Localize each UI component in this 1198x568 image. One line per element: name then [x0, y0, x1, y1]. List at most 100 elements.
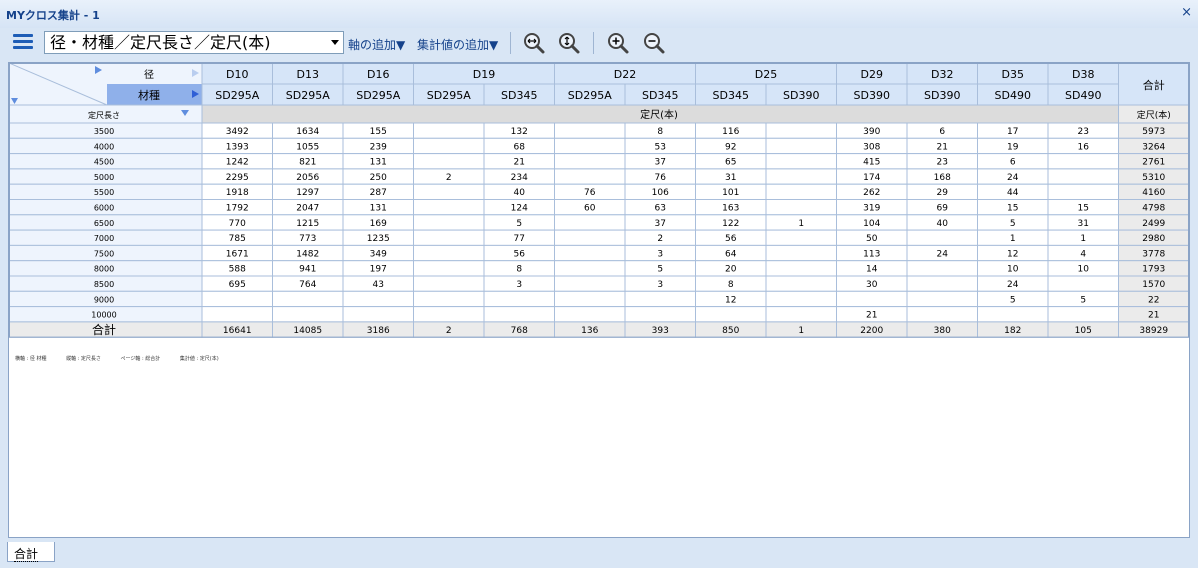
data-cell [554, 214, 626, 231]
data-cell [765, 199, 837, 216]
zoom-in-icon[interactable] [606, 31, 630, 55]
data-cell-value: 941 [299, 265, 316, 275]
material-header-label: SD345 [501, 89, 537, 102]
data-cell [765, 168, 837, 185]
data-cell-value: 1671 [226, 249, 249, 259]
data-cell [201, 306, 273, 323]
row-header-label: 3500 [94, 127, 114, 136]
data-cell-value: 1 [1010, 234, 1016, 244]
data-cell [765, 183, 837, 200]
data-cell-value: 250 [370, 173, 387, 183]
data-cell-value: 287 [370, 188, 387, 198]
data-cell [906, 260, 978, 277]
row-total-value: 3264 [1142, 142, 1165, 152]
data-cell-value: 6 [1010, 158, 1016, 168]
data-cell [342, 306, 414, 323]
data-cell-value: 6 [939, 127, 945, 137]
footnote: 横軸 : 径 材種 縦軸 : 定尺長さ ページ軸 : 総合計 集計値 : 定尺(… [15, 355, 237, 362]
data-cell-value: 56 [514, 249, 526, 259]
data-cell-value: 30 [866, 280, 878, 290]
data-cell-value: 169 [370, 219, 387, 229]
row-total-value: 5973 [1142, 127, 1165, 137]
data-cell-value: 43 [373, 280, 384, 290]
data-cell [1047, 153, 1119, 170]
data-cell [765, 153, 837, 170]
data-cell [413, 290, 485, 308]
data-cell-value: 53 [655, 142, 666, 152]
diameter-header-label: D38 [1072, 68, 1094, 81]
row-total-value: 21 [1148, 311, 1159, 321]
data-cell [413, 183, 485, 200]
data-cell-value: 2 [657, 234, 663, 244]
row-header-label: 10000 [91, 311, 116, 320]
diameter-header-label: D16 [367, 68, 389, 81]
data-cell [272, 306, 344, 323]
data-cell-value: 31 [1078, 219, 1089, 229]
data-cell-value: 15 [1007, 204, 1018, 214]
menu-icon[interactable] [13, 34, 33, 50]
fit-width-icon[interactable] [522, 31, 546, 55]
data-cell-value: 785 [229, 234, 246, 244]
data-cell [765, 275, 837, 292]
data-cell [342, 290, 414, 308]
data-cell [765, 260, 837, 277]
data-cell-value: 76 [655, 173, 667, 183]
add-value-button[interactable]: 集計値の追加▼ [417, 36, 498, 53]
data-cell-value: 50 [866, 234, 878, 244]
data-cell [1047, 168, 1119, 185]
data-cell [1047, 275, 1119, 292]
data-cell [765, 290, 837, 308]
data-cell-value: 23 [937, 158, 948, 168]
data-cell [413, 137, 485, 155]
data-cell [413, 199, 485, 216]
material-header-label: SD490 [1065, 89, 1101, 102]
row-header-label: 6000 [94, 204, 114, 213]
sheet-tab-label: 合計 [14, 547, 39, 562]
data-cell-value: 68 [514, 142, 526, 152]
data-cell-value: 349 [370, 249, 387, 259]
data-cell-value: 174 [863, 173, 880, 183]
sheet-tab-total[interactable]: 合計 [7, 542, 55, 562]
data-cell-value: 1215 [296, 219, 319, 229]
data-cell-value: 10 [1007, 265, 1019, 275]
data-cell-value: 101 [722, 188, 739, 198]
row-total-value: 4160 [1142, 188, 1165, 198]
data-cell [906, 306, 978, 323]
diameter-header-label: D13 [297, 68, 319, 81]
data-cell-value: 63 [655, 204, 666, 214]
diameter-header-label: D10 [226, 68, 248, 81]
data-cell-value: 24 [1007, 280, 1019, 290]
material-header-label: SD390 [854, 89, 890, 102]
data-cell-value: 132 [511, 127, 528, 137]
row-total-value: 4798 [1142, 204, 1165, 214]
fit-height-icon[interactable] [557, 31, 581, 55]
data-cell-value: 1055 [296, 142, 319, 152]
data-cell-value: 12 [725, 295, 736, 305]
row-header-label: 4000 [94, 142, 114, 151]
data-cell [554, 306, 626, 323]
data-cell-value: 3 [657, 280, 663, 290]
data-cell-value: 695 [229, 280, 246, 290]
data-cell-value: 308 [863, 142, 880, 152]
totals-cell-value: 850 [722, 326, 739, 336]
data-cell-value: 1634 [296, 127, 319, 137]
totals-cell-value: 768 [511, 326, 528, 336]
data-cell-value: 262 [863, 188, 880, 198]
layout-select[interactable]: 径・材種／定尺長さ／定尺(本) [44, 31, 344, 54]
data-cell-value: 21 [937, 142, 948, 152]
data-cell-value: 1242 [226, 158, 249, 168]
data-cell [554, 275, 626, 292]
data-cell-value: 1393 [226, 142, 249, 152]
diameter-header-label: D19 [473, 68, 495, 81]
diameter-header-label: D29 [861, 68, 883, 81]
material-header-label: SD345 [713, 89, 749, 102]
row-header-label: 8000 [94, 265, 114, 274]
footnote-page-axis: ページ軸 : 総合計 [120, 356, 161, 362]
add-axis-button[interactable]: 軸の追加▼ [348, 36, 405, 53]
close-button[interactable]: × [1181, 5, 1192, 20]
zoom-out-icon[interactable] [642, 31, 666, 55]
data-cell [836, 290, 908, 308]
row-header-label: 4500 [94, 158, 114, 167]
data-cell [695, 306, 767, 323]
totals-cell-value: 2200 [860, 326, 883, 336]
